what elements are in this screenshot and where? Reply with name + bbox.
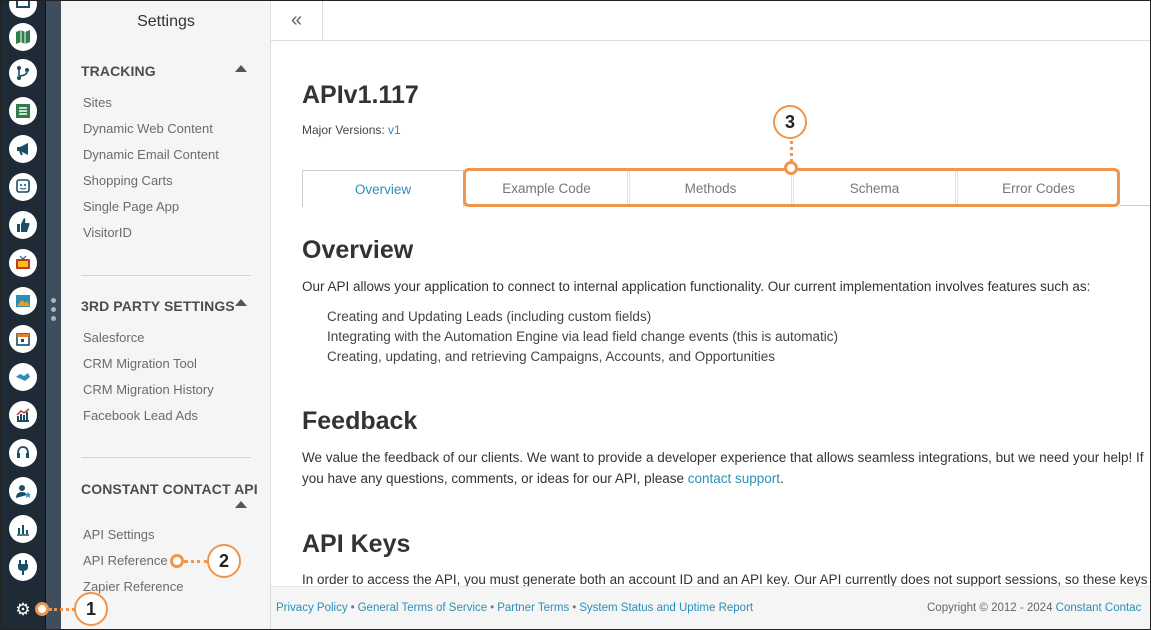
- sidebar-item-api-reference[interactable]: API Reference: [83, 553, 168, 568]
- user-star-icon[interactable]: [9, 477, 37, 505]
- list-item: Creating and Updating Leads (including c…: [327, 309, 652, 324]
- desktop-icon[interactable]: [9, 0, 37, 18]
- major-versions-label: Major Versions:: [302, 123, 385, 137]
- system-status-link[interactable]: System Status and Uptime Report: [579, 602, 753, 614]
- callout-connector: [184, 560, 208, 563]
- constant-contact-link[interactable]: Constant Contac: [1056, 602, 1142, 614]
- list-icon[interactable]: [9, 97, 37, 125]
- section-divider: [81, 275, 251, 276]
- sidebar-item-shopping-carts[interactable]: Shopping Carts: [83, 173, 173, 188]
- settings-sidebar: Settings TRACKING Sites Dynamic Web Cont…: [61, 0, 271, 630]
- sidebar-item-dynamic-email-content[interactable]: Dynamic Email Content: [83, 147, 219, 162]
- partner-terms-link[interactable]: Partner Terms: [497, 602, 569, 614]
- collapse-arrow-icon[interactable]: [235, 501, 247, 508]
- major-versions: Major Versions: v1: [302, 123, 401, 137]
- branch-icon[interactable]: [9, 59, 37, 87]
- collapse-sidebar-button[interactable]: «: [271, 0, 323, 40]
- section-heading-cc-api[interactable]: CONSTANT CONTACT API: [81, 481, 258, 497]
- terms-of-service-link[interactable]: General Terms of Service: [358, 602, 488, 614]
- callout-1: 1: [74, 592, 108, 626]
- sidebar-resize-strip: [46, 0, 61, 630]
- section-divider: [81, 457, 251, 458]
- main-content: APIv1.117 Major Versions: v1 Overview Ex…: [271, 41, 1151, 586]
- sidebar-item-crm-migration-tool[interactable]: CRM Migration Tool: [83, 356, 197, 371]
- api-keys-heading: API Keys: [302, 530, 411, 558]
- callout-anchor-dot: [170, 554, 184, 568]
- gear-icon[interactable]: ⚙: [13, 600, 33, 620]
- section-heading-tracking[interactable]: TRACKING: [81, 63, 156, 79]
- page-title: APIv1.117: [302, 81, 419, 109]
- sidebar-title: Settings: [137, 13, 195, 30]
- list-item: Integrating with the Automation Engine v…: [327, 329, 839, 344]
- sidebar-item-salesforce[interactable]: Salesforce: [83, 330, 144, 345]
- version-link[interactable]: v1: [388, 123, 401, 137]
- collapse-arrow-icon[interactable]: [235, 299, 247, 306]
- privacy-policy-link[interactable]: Privacy Policy: [276, 602, 348, 614]
- map-icon[interactable]: [9, 23, 37, 51]
- copyright: Copyright © 2012 - 2024 Constant Contac: [927, 602, 1141, 614]
- bar-chart-icon[interactable]: [9, 515, 37, 543]
- feedback-text-pre: you have any questions, comments, or ide…: [302, 471, 688, 486]
- feedback-text-2: you have any questions, comments, or ide…: [302, 469, 784, 489]
- sidebar-item-crm-migration-history[interactable]: CRM Migration History: [83, 382, 214, 397]
- thumbs-up-icon[interactable]: [9, 211, 37, 239]
- footer: Privacy Policy • General Terms of Service •…: [271, 586, 1151, 630]
- sidebar-item-facebook-lead-ads[interactable]: Facebook Lead Ads: [83, 408, 198, 423]
- overview-intro: Our API allows your application to conne…: [302, 279, 1091, 294]
- app-icon-rail: ⚙: [0, 0, 46, 630]
- sidebar-item-sites[interactable]: Sites: [83, 95, 112, 110]
- callout-connector: [49, 608, 75, 611]
- sidebar-item-zapier-reference[interactable]: Zapier Reference: [83, 579, 183, 594]
- feedback-heading: Feedback: [302, 407, 418, 435]
- megaphone-icon[interactable]: [9, 135, 37, 163]
- section-heading-3rd-party[interactable]: 3RD PARTY SETTINGS: [81, 298, 235, 314]
- handshake-icon[interactable]: [9, 363, 37, 391]
- sidebar-item-dynamic-web-content[interactable]: Dynamic Web Content: [83, 121, 213, 136]
- api-keys-text: In order to access the API, you must gen…: [302, 572, 1148, 586]
- trend-chart-icon[interactable]: [9, 401, 37, 429]
- resize-handle[interactable]: [50, 298, 57, 328]
- callout-3: 3: [773, 105, 807, 139]
- tv-icon[interactable]: [9, 249, 37, 277]
- overview-heading: Overview: [302, 236, 414, 264]
- footer-separator: •: [350, 602, 355, 614]
- callout-2: 2: [207, 544, 241, 578]
- feedback-text-1: We value the feedback of our clients. We…: [302, 450, 1144, 465]
- callout-anchor-dot: [35, 602, 49, 616]
- sidebar-item-single-page-app[interactable]: Single Page App: [83, 199, 179, 214]
- feedback-text-post: .: [780, 471, 784, 486]
- list-item: Creating, updating, and retrieving Campa…: [327, 349, 776, 364]
- callout-connector: [790, 136, 793, 162]
- top-bar: «: [271, 0, 1151, 41]
- footer-links: Privacy Policy • General Terms of Service •…: [276, 602, 753, 614]
- footer-separator: •: [572, 602, 577, 614]
- callout-anchor-dot: [784, 161, 798, 175]
- collapse-arrow-icon[interactable]: [235, 65, 247, 72]
- tab-overview[interactable]: Overview: [302, 170, 464, 207]
- image-icon[interactable]: [9, 287, 37, 315]
- calendar-icon[interactable]: [9, 325, 37, 353]
- headset-icon[interactable]: [9, 439, 37, 467]
- sidebar-item-api-settings[interactable]: API Settings: [83, 527, 155, 542]
- chat-face-icon[interactable]: [9, 173, 37, 201]
- copyright-text: Copyright © 2012 - 2024: [927, 602, 1056, 614]
- sidebar-item-visitorid[interactable]: VisitorID: [83, 225, 132, 240]
- footer-separator: •: [490, 602, 495, 614]
- plug-icon[interactable]: [9, 553, 37, 581]
- contact-support-link[interactable]: contact support: [688, 471, 780, 486]
